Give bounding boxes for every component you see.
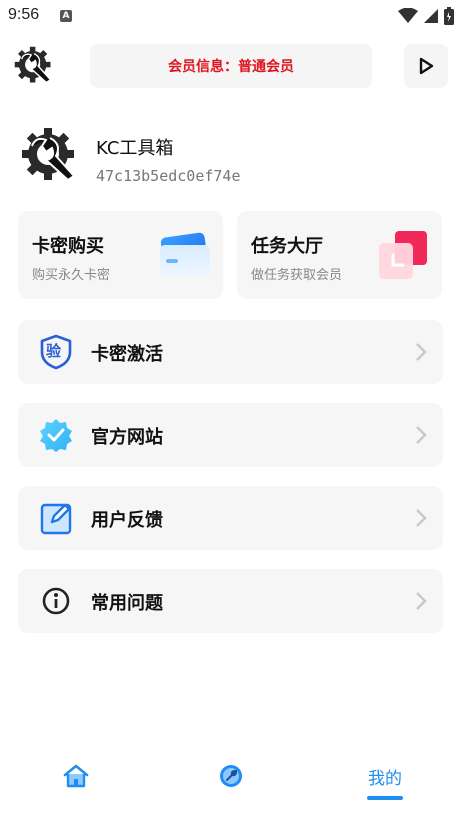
member-info-banner[interactable]: 会员信息：普通会员 bbox=[90, 44, 372, 88]
verified-badge-icon bbox=[40, 419, 72, 452]
card-task-hall-subtitle: 做任务获取会员 bbox=[251, 268, 343, 283]
card-buy-key-subtitle: 购买永久卡密 bbox=[32, 268, 111, 283]
bottom-nav: 我的 bbox=[0, 748, 462, 821]
menu-item-faq-label: 常用问题 bbox=[91, 593, 163, 614]
menu-item-faq[interactable]: 常用问题 bbox=[18, 569, 443, 633]
play-button[interactable] bbox=[404, 44, 448, 88]
verify-badge-text: 验 bbox=[46, 342, 62, 360]
nav-mine-label: 我的 bbox=[368, 769, 402, 789]
chevron-right-icon bbox=[416, 509, 427, 527]
card-task-hall[interactable]: 任务大厅 做任务获取会员 bbox=[237, 211, 442, 299]
nav-tools[interactable] bbox=[191, 764, 271, 804]
card-buy-key[interactable]: 卡密购买 购买永久卡密 bbox=[18, 211, 223, 299]
menu-item-activate-key-label: 卡密激活 bbox=[91, 344, 163, 365]
chevron-right-icon bbox=[416, 343, 427, 361]
tasks-icon bbox=[379, 231, 427, 279]
menu-item-feedback-label: 用户反馈 bbox=[91, 510, 163, 531]
app-logo-icon[interactable] bbox=[12, 44, 56, 88]
user-name: KC工具箱 bbox=[96, 138, 174, 159]
status-icons bbox=[398, 6, 454, 26]
menu-item-activate-key[interactable]: 验 卡密激活 bbox=[18, 320, 443, 384]
wrench-icon bbox=[220, 765, 242, 787]
home-icon bbox=[63, 764, 89, 788]
menu-item-official-site-label: 官方网站 bbox=[91, 427, 163, 448]
chevron-right-icon bbox=[416, 426, 427, 444]
card-task-hall-title: 任务大厅 bbox=[251, 236, 323, 257]
status-time: 9:56 bbox=[8, 6, 40, 23]
nav-home[interactable] bbox=[36, 764, 116, 804]
avatar[interactable] bbox=[18, 124, 82, 188]
user-id: 47c13b5edc0ef74e bbox=[96, 167, 241, 185]
menu-item-feedback[interactable]: 用户反馈 bbox=[18, 486, 443, 550]
card-buy-key-title: 卡密购买 bbox=[32, 236, 104, 257]
play-icon bbox=[419, 57, 434, 75]
status-bar: 9:56 A bbox=[0, 0, 462, 32]
info-icon bbox=[42, 587, 70, 615]
credit-card-icon bbox=[160, 232, 210, 277]
signal-icon bbox=[424, 9, 438, 23]
member-info-text: 会员信息：普通会员 bbox=[168, 59, 294, 75]
notification-icon: A bbox=[60, 10, 72, 22]
nav-active-indicator bbox=[367, 796, 403, 800]
battery-icon bbox=[444, 7, 454, 25]
chevron-right-icon bbox=[416, 592, 427, 610]
edit-note-icon bbox=[40, 503, 72, 535]
wifi-icon bbox=[398, 8, 418, 23]
menu-item-official-site[interactable]: 官方网站 bbox=[18, 403, 443, 467]
